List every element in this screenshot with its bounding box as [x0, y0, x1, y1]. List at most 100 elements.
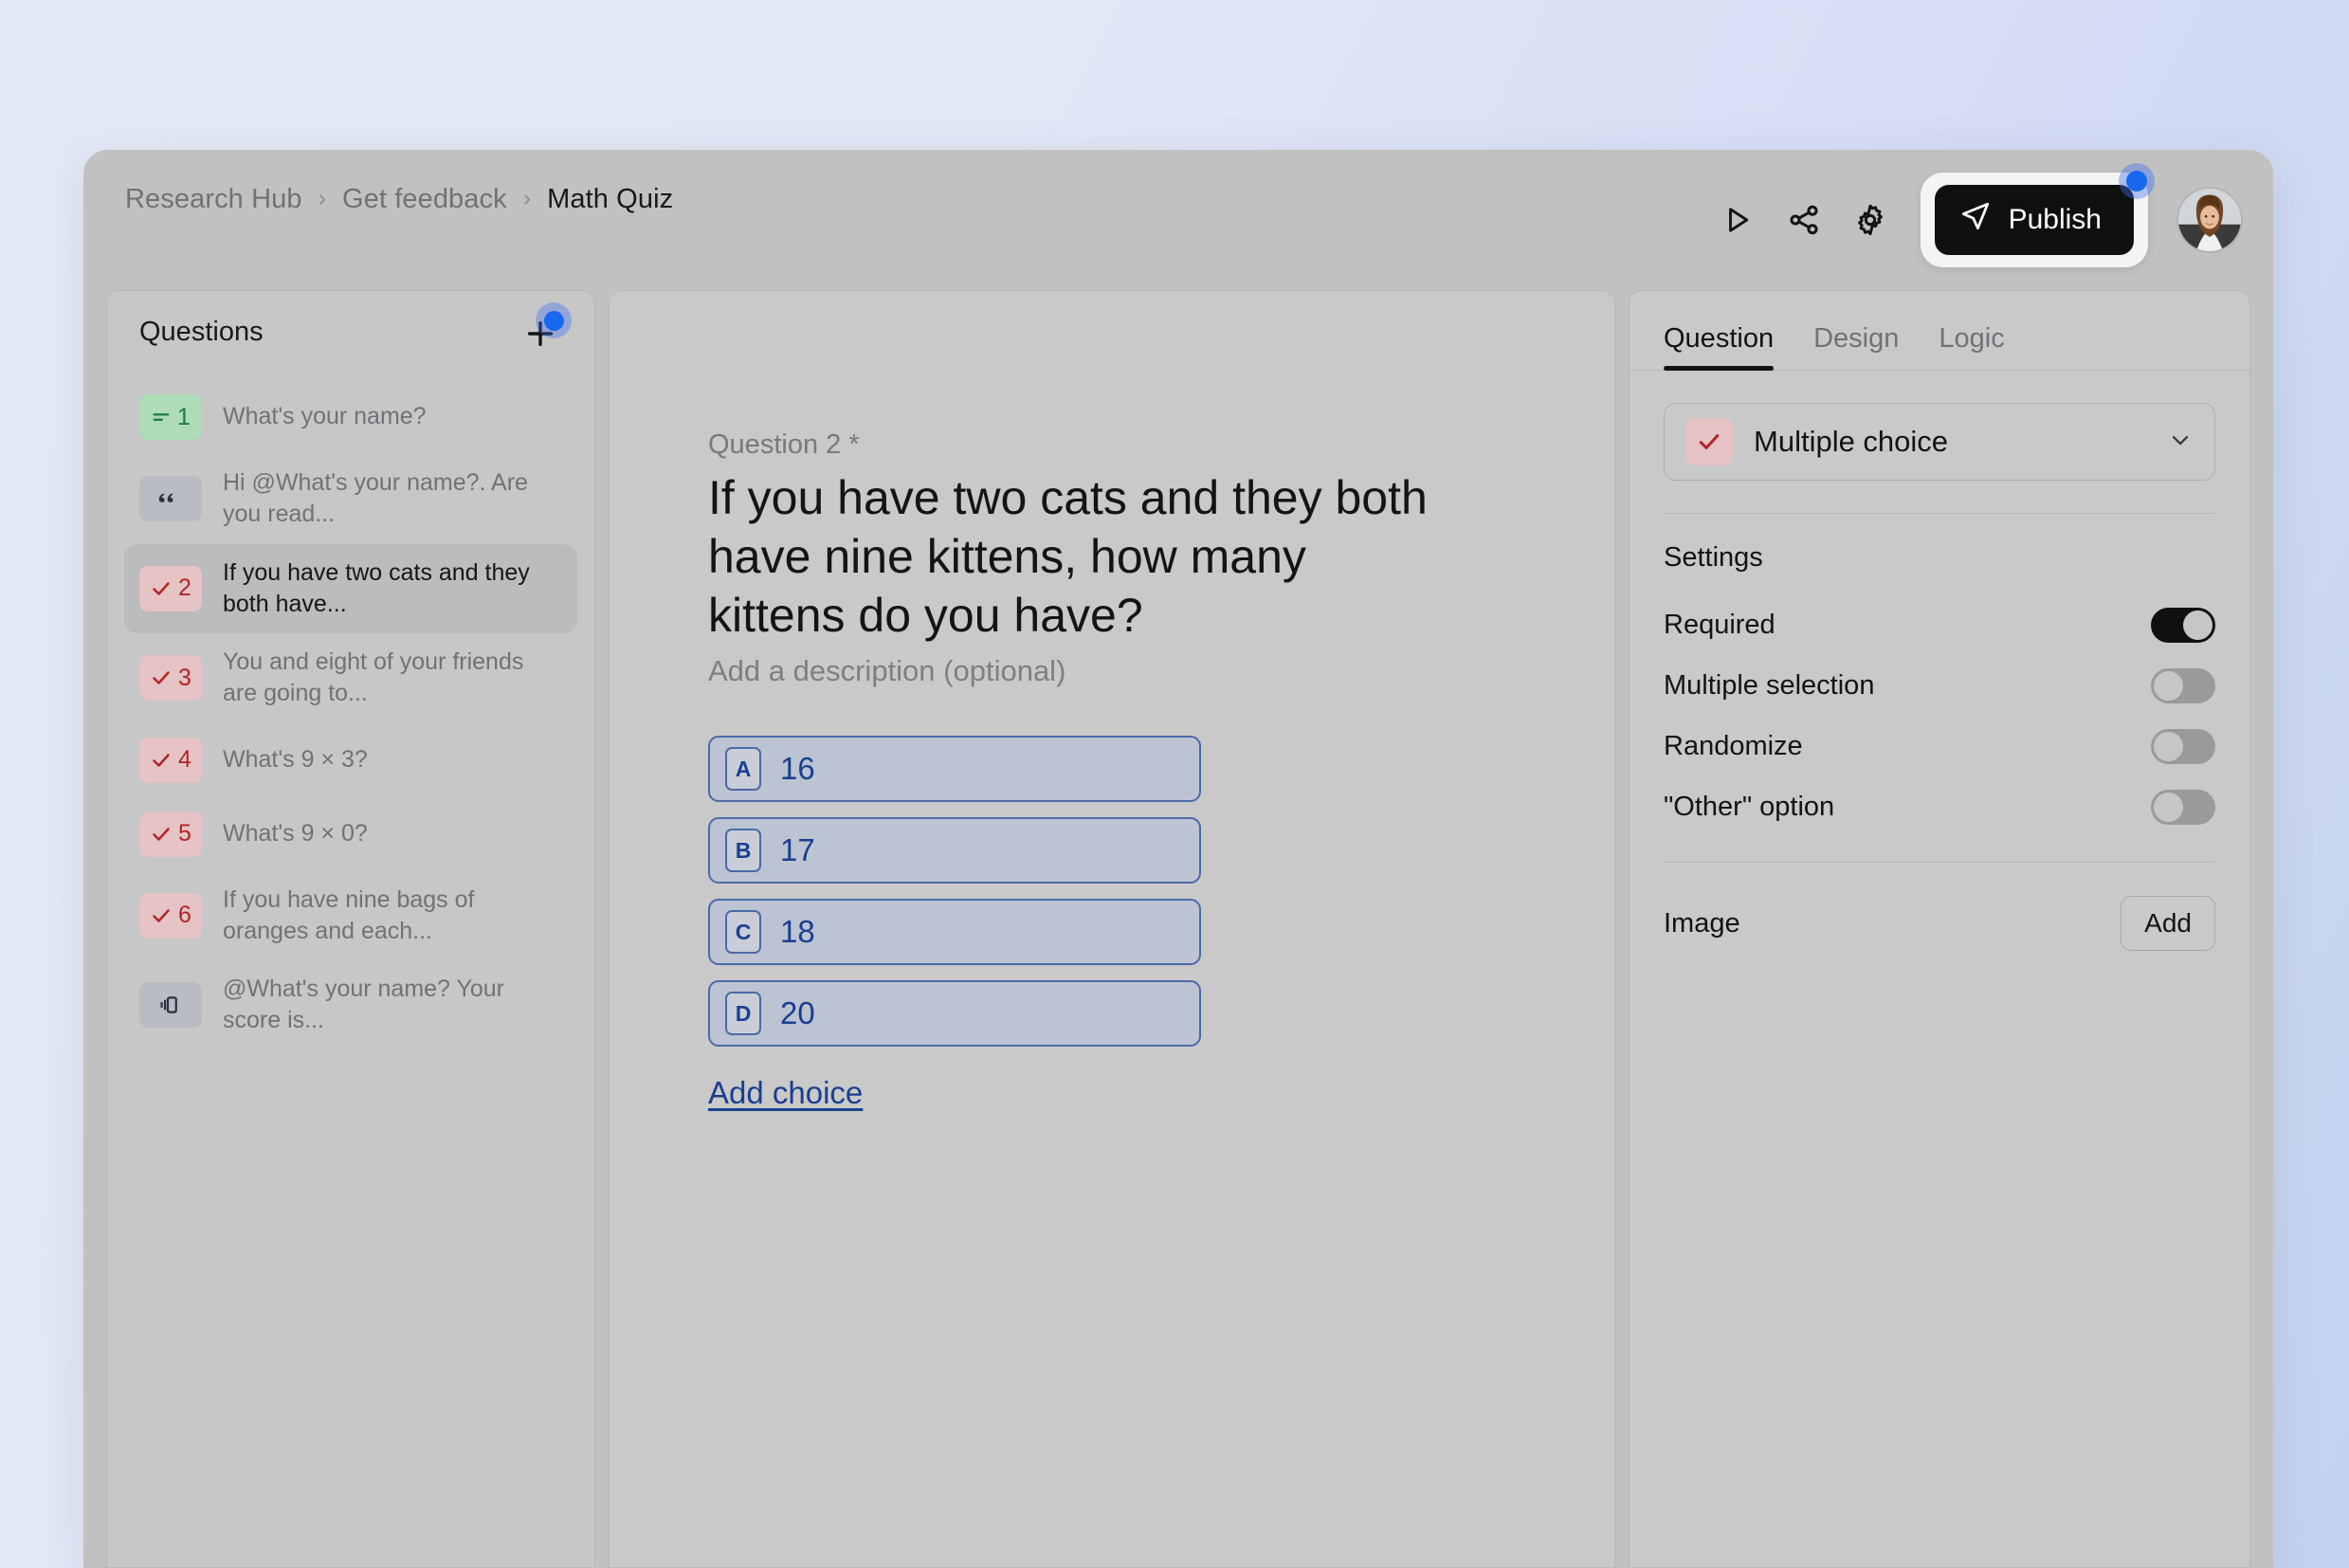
divider: [1664, 513, 2215, 514]
add-image-button[interactable]: Add: [2121, 896, 2215, 951]
divider: [1664, 862, 2215, 863]
list-item-label: What's 9 × 0?: [223, 818, 368, 849]
question-number: 1: [177, 406, 191, 429]
question-canvas-panel: Question 2 * If you have two cats and th…: [609, 290, 1615, 1568]
add-choice-link[interactable]: Add choice: [708, 1075, 863, 1111]
question-number-label: Question 2 *: [708, 429, 1605, 461]
settings-button[interactable]: [1837, 187, 1903, 253]
choice-value-input[interactable]: 16: [780, 751, 815, 787]
questions-title: Questions: [139, 317, 264, 348]
question-badge: 1: [139, 394, 202, 440]
choice-option-a[interactable]: A 16: [708, 736, 1201, 802]
image-label: Image: [1664, 908, 1740, 939]
publish-button[interactable]: Publish: [1935, 185, 2134, 255]
list-item-label: If you have two cats and they both have.…: [223, 557, 545, 621]
questions-panel: Questions: [106, 290, 595, 1568]
workspace: Questions: [83, 290, 2273, 1568]
question-badge: [139, 982, 202, 1028]
setting-label: Randomize: [1664, 731, 1803, 762]
breadcrumb-item-get-feedback[interactable]: Get feedback: [342, 184, 507, 215]
question-title-input[interactable]: If you have two cats and they both have …: [708, 468, 1429, 645]
list-item-label: What's your name?: [223, 401, 427, 432]
question-badge: 6: [139, 893, 202, 939]
choices-list: A 16 B 17 C 18 D 20: [708, 736, 1201, 1047]
tab-logic[interactable]: Logic: [1939, 323, 2004, 370]
publish-button-label: Publish: [2009, 204, 2102, 236]
question-number: 4: [178, 748, 191, 772]
question-editor: Question 2 * If you have two cats and th…: [610, 291, 1605, 1111]
list-item[interactable]: 1 What's your name?: [124, 380, 577, 454]
check-icon: [1685, 418, 1733, 465]
breadcrumb-item-math-quiz[interactable]: Math Quiz: [547, 184, 673, 215]
setting-row-randomize: Randomize: [1664, 716, 2215, 776]
choice-value-input[interactable]: 17: [780, 832, 815, 868]
question-badge: 3: [139, 655, 202, 701]
list-item[interactable]: 6 If you have nine bags of oranges and e…: [124, 871, 577, 961]
user-avatar-image: [2178, 189, 2241, 251]
list-item-label: What's 9 × 3?: [223, 744, 368, 775]
choice-key-badge: A: [725, 747, 761, 791]
avatar[interactable]: [2176, 187, 2243, 253]
list-item-label: Hi @What's your name?. Are you read...: [223, 467, 545, 531]
image-row: Image Add: [1664, 895, 2215, 952]
setting-row-other-option: "Other" option: [1664, 776, 2215, 837]
question-type-select[interactable]: Multiple choice: [1664, 403, 2215, 481]
choice-key-badge: B: [725, 829, 761, 872]
list-item[interactable]: @What's your name? Your score is...: [124, 960, 577, 1050]
choice-value-input[interactable]: 20: [780, 995, 815, 1031]
tab-design[interactable]: Design: [1813, 323, 1899, 370]
share-icon: [1787, 203, 1821, 237]
setting-label: Required: [1664, 610, 1775, 641]
cursor-pointer-dot: [2119, 163, 2155, 199]
play-icon: [1721, 203, 1755, 237]
tab-question[interactable]: Question: [1664, 323, 1774, 370]
list-item-label: @What's your name? Your score is...: [223, 974, 545, 1037]
breadcrumb: Research Hub › Get feedback › Math Quiz: [125, 184, 673, 215]
list-item[interactable]: 5 What's 9 × 0?: [124, 797, 577, 871]
settings-title: Settings: [1664, 542, 2215, 574]
topbar-actions: Publish: [1704, 167, 2243, 273]
short-text-icon: [151, 407, 172, 428]
choice-option-b[interactable]: B 17: [708, 817, 1201, 884]
inspector-tabs: Question Design Logic: [1630, 291, 2249, 371]
chevron-down-icon: [2167, 427, 2194, 458]
choice-option-d[interactable]: D 20: [708, 980, 1201, 1047]
randomize-toggle[interactable]: [2151, 729, 2215, 764]
check-icon: [150, 666, 173, 689]
setting-row-required: Required: [1664, 594, 2215, 655]
other-option-toggle[interactable]: [2151, 790, 2215, 825]
ending-card-icon: [155, 992, 181, 1018]
top-bar: Research Hub › Get feedback › Math Quiz: [83, 150, 2273, 290]
question-description-input[interactable]: Add a description (optional): [708, 654, 1605, 688]
question-badge: 2: [139, 566, 202, 611]
cursor-pointer-dot: [536, 302, 572, 338]
publish-button-wrapper: Publish: [1921, 173, 2148, 267]
question-number: 5: [178, 822, 191, 846]
setting-label: "Other" option: [1664, 792, 1834, 823]
list-item-label: You and eight of your friends are going …: [223, 647, 545, 710]
question-badge: 4: [139, 738, 202, 783]
inspector-body: Multiple choice Settings Required Multip…: [1630, 403, 2249, 952]
choice-option-c[interactable]: C 18: [708, 899, 1201, 965]
question-type-value: Multiple choice: [1754, 425, 2146, 459]
breadcrumb-separator-icon: ›: [523, 187, 531, 210]
app-window: Research Hub › Get feedback › Math Quiz: [83, 150, 2273, 1568]
share-button[interactable]: [1771, 187, 1837, 253]
list-item[interactable]: Hi @What's your name?. Are you read...: [124, 454, 577, 544]
list-item-label: If you have nine bags of oranges and eac…: [223, 884, 545, 948]
setting-row-multiple-selection: Multiple selection: [1664, 655, 2215, 716]
choice-value-input[interactable]: 18: [780, 914, 815, 950]
list-item-selected[interactable]: 2 If you have two cats and they both hav…: [124, 544, 577, 634]
gear-icon: [1853, 203, 1887, 237]
multiple-selection-toggle[interactable]: [2151, 668, 2215, 703]
list-item[interactable]: 3 You and eight of your friends are goin…: [124, 633, 577, 723]
list-item[interactable]: 4 What's 9 × 3?: [124, 723, 577, 797]
quote-icon: [155, 486, 180, 511]
setting-label: Multiple selection: [1664, 670, 1874, 702]
required-toggle[interactable]: [2151, 608, 2215, 643]
questions-list: 1 What's your name? Hi @What's your name…: [107, 373, 594, 1069]
breadcrumb-item-research-hub[interactable]: Research Hub: [125, 184, 302, 215]
check-icon: [150, 749, 173, 772]
question-number: 3: [178, 666, 191, 690]
preview-button[interactable]: [1704, 187, 1771, 253]
